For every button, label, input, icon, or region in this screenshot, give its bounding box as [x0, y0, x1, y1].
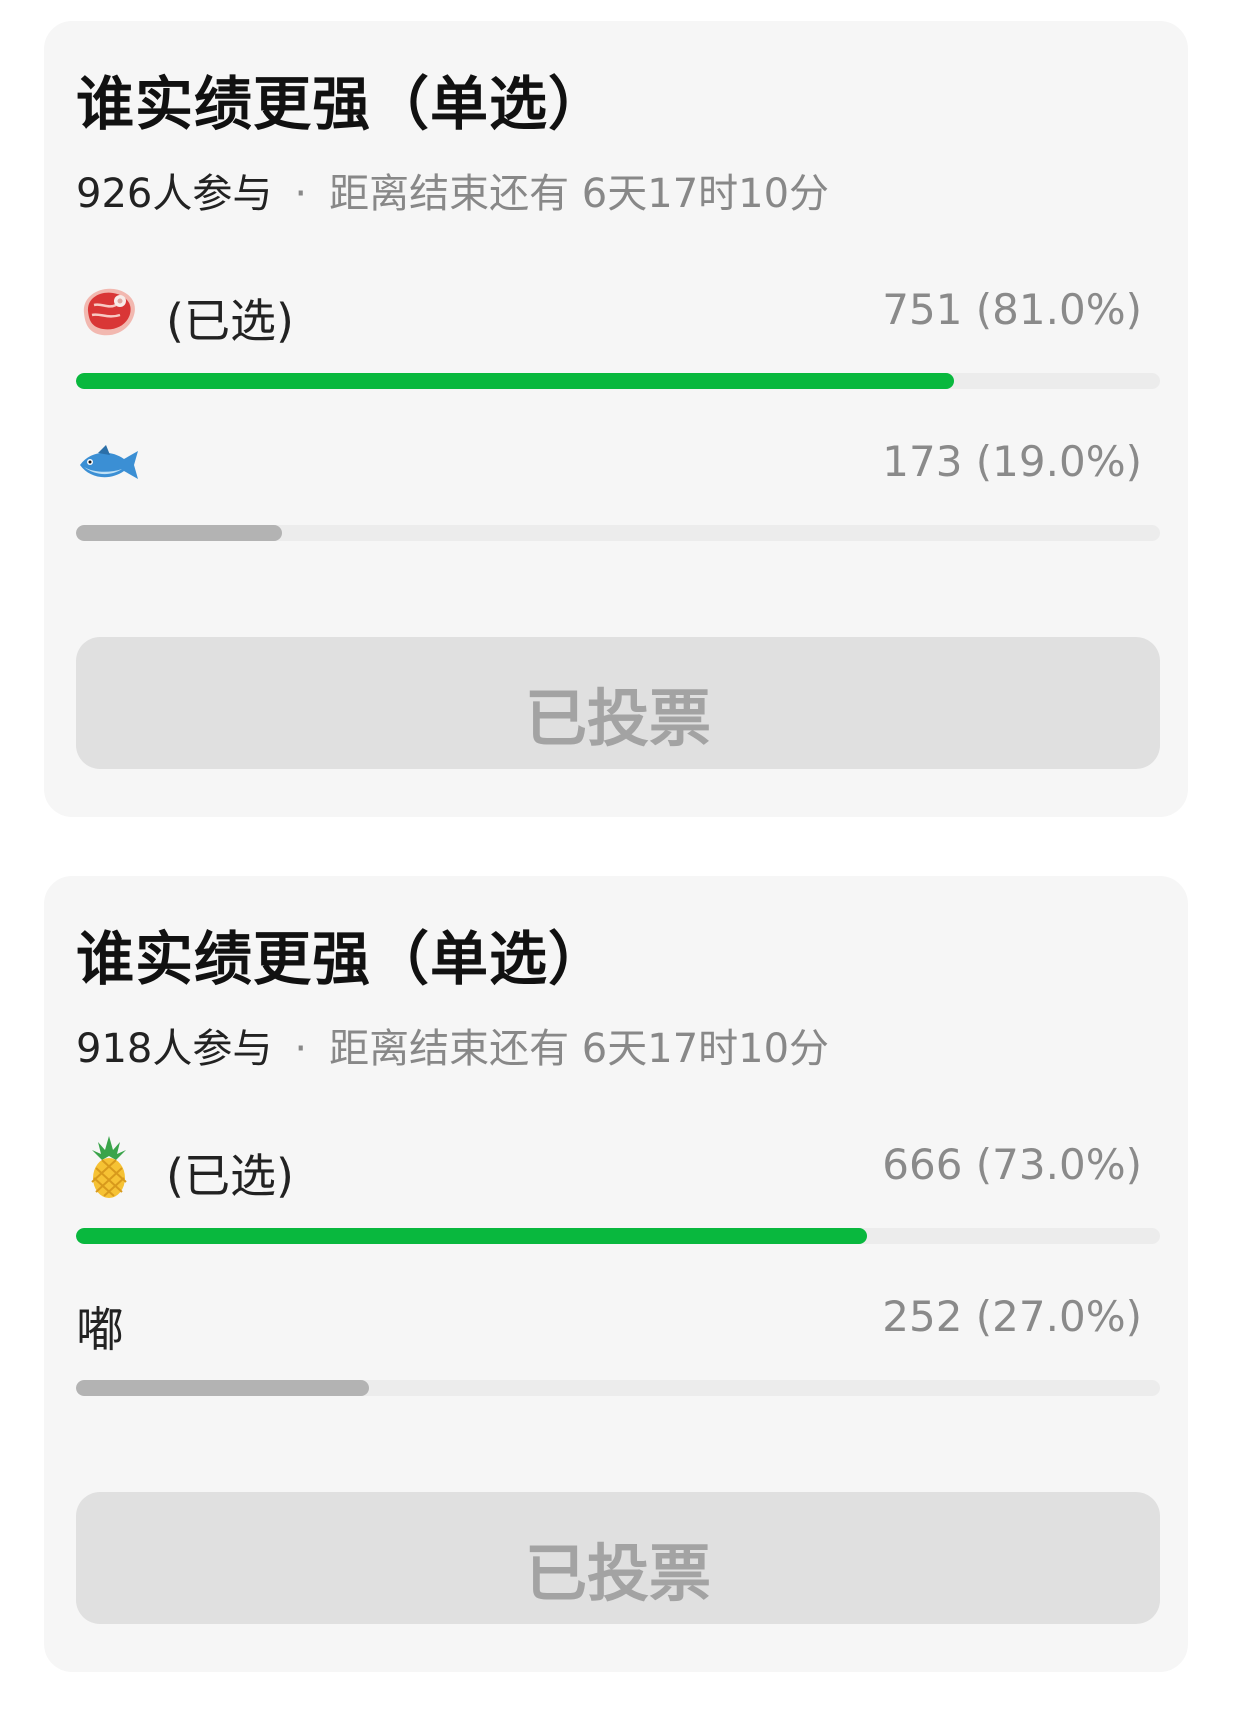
option-count: 173 (19.0%): [882, 437, 1142, 486]
progress-track: [76, 525, 1160, 541]
progress-fill: [76, 525, 282, 541]
meat-steak-icon: [76, 279, 142, 345]
progress-fill: [76, 1380, 369, 1396]
participant-count: 926人参与: [76, 171, 273, 217]
poll-title: 谁实绩更强（单选）: [76, 70, 608, 138]
option-label: 嘟: [76, 1302, 125, 1358]
progress-track: [76, 1380, 1160, 1396]
meta-separator: ·: [294, 1026, 308, 1072]
pineapple-icon: [76, 1134, 142, 1200]
meta-separator: ·: [294, 171, 308, 217]
selected-tag: (已选): [166, 1149, 294, 1203]
poll-option-fish: 173 (19.0%): [76, 431, 1188, 541]
poll-card: 谁实绩更强（单选） 926人参与 · 距离结束还有 6天17时10分 (已选) 75…: [44, 21, 1188, 817]
poll-meta: 926人参与 · 距离结束还有 6天17时10分: [76, 161, 829, 219]
fish-icon: [76, 431, 142, 497]
poll-option-meat: (已选) 751 (81.0%): [76, 279, 1188, 389]
poll-meta: 918人参与 · 距离结束还有 6天17时10分: [76, 1016, 829, 1074]
progress-track: [76, 373, 1160, 389]
option-count: 666 (73.0%): [882, 1140, 1142, 1189]
progress-fill: [76, 373, 955, 389]
voted-button[interactable]: 已投票: [76, 637, 1160, 769]
progress-fill: [76, 1228, 868, 1244]
progress-track: [76, 1228, 1160, 1244]
voted-button[interactable]: 已投票: [76, 1492, 1160, 1624]
poll-card: 谁实绩更强（单选） 918人参与 · 距离结束还有 6天17时10分 (已选) 66…: [44, 876, 1188, 1672]
option-count: 252 (27.0%): [882, 1292, 1142, 1341]
poll-option-du: 嘟 252 (27.0%): [76, 1286, 1188, 1396]
participant-count: 918人参与: [76, 1026, 273, 1072]
time-remaining: 距离结束还有 6天17时10分: [329, 171, 830, 217]
time-remaining: 距离结束还有 6天17时10分: [329, 1026, 830, 1072]
option-count: 751 (81.0%): [882, 285, 1142, 334]
poll-option-pineapple: (已选) 666 (73.0%): [76, 1134, 1188, 1244]
poll-title: 谁实绩更强（单选）: [76, 925, 608, 993]
selected-tag: (已选): [166, 294, 294, 348]
